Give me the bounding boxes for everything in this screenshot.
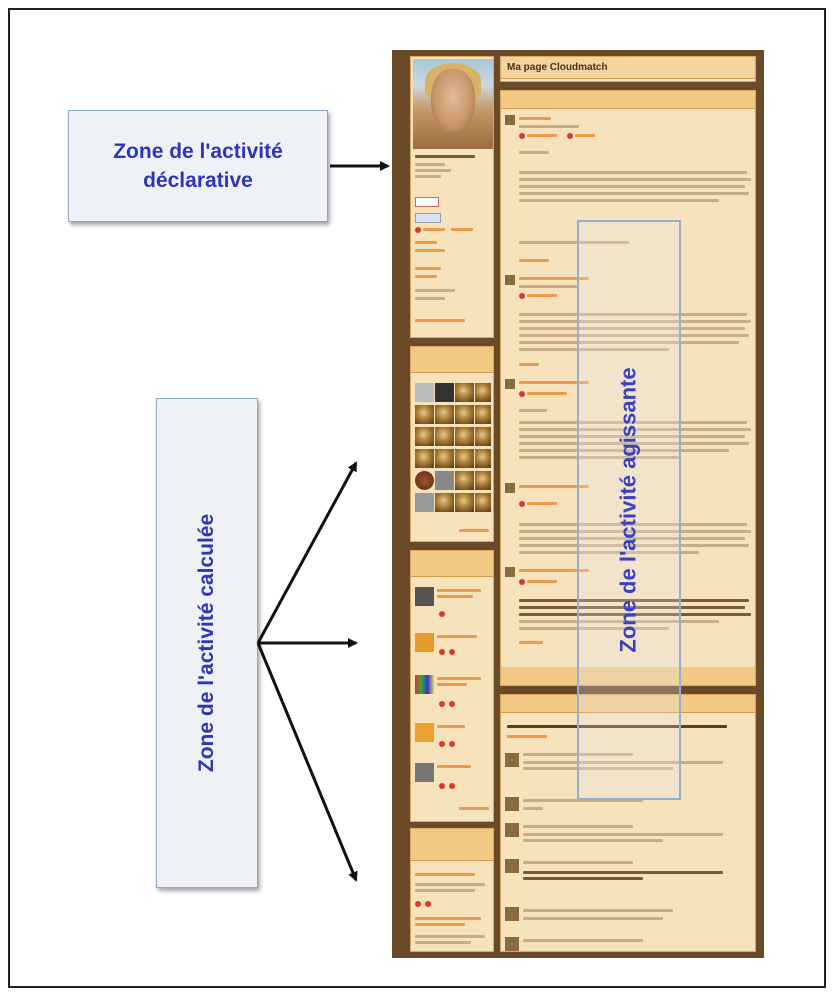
arrow-calculated-discussions bbox=[256, 642, 358, 882]
arrow-calculated-images bbox=[256, 461, 358, 644]
arrows-layer bbox=[256, 161, 390, 882]
